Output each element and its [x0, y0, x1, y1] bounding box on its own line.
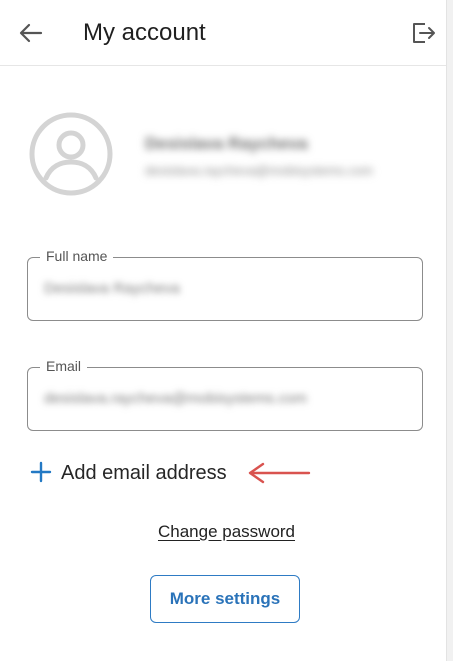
profile-email: desislava.raycheva@mobisystems.com: [145, 163, 373, 178]
full-name-field[interactable]: Full name Desislava Raycheva: [27, 247, 423, 321]
profile-name: Desislava Raycheva: [145, 134, 308, 153]
full-name-label: Full name: [40, 247, 114, 265]
user-avatar-icon: [29, 112, 113, 196]
email-label: Email: [40, 357, 88, 375]
more-settings-button[interactable]: More settings: [150, 575, 300, 623]
add-email-label: Add email address: [61, 462, 227, 484]
full-name-value[interactable]: Desislava Raycheva: [44, 280, 180, 297]
back-button[interactable]: [16, 18, 46, 48]
email-value[interactable]: desislava.raycheva@mobisystems.com: [44, 390, 307, 407]
app-bar: My account: [0, 0, 453, 66]
plus-icon: [30, 461, 52, 483]
page-title: My account: [83, 19, 206, 46]
logout-button[interactable]: [408, 18, 438, 48]
logout-icon: [413, 23, 435, 43]
avatar: [29, 112, 113, 196]
scrollbar[interactable]: [446, 0, 453, 661]
arrow-left-icon: [19, 23, 43, 43]
change-password-link[interactable]: Change password: [0, 522, 453, 542]
email-field[interactable]: Email desislava.raycheva@mobisystems.com: [27, 357, 423, 431]
change-password-label: Change password: [157, 522, 296, 541]
annotation-arrow-icon: [248, 462, 311, 484]
